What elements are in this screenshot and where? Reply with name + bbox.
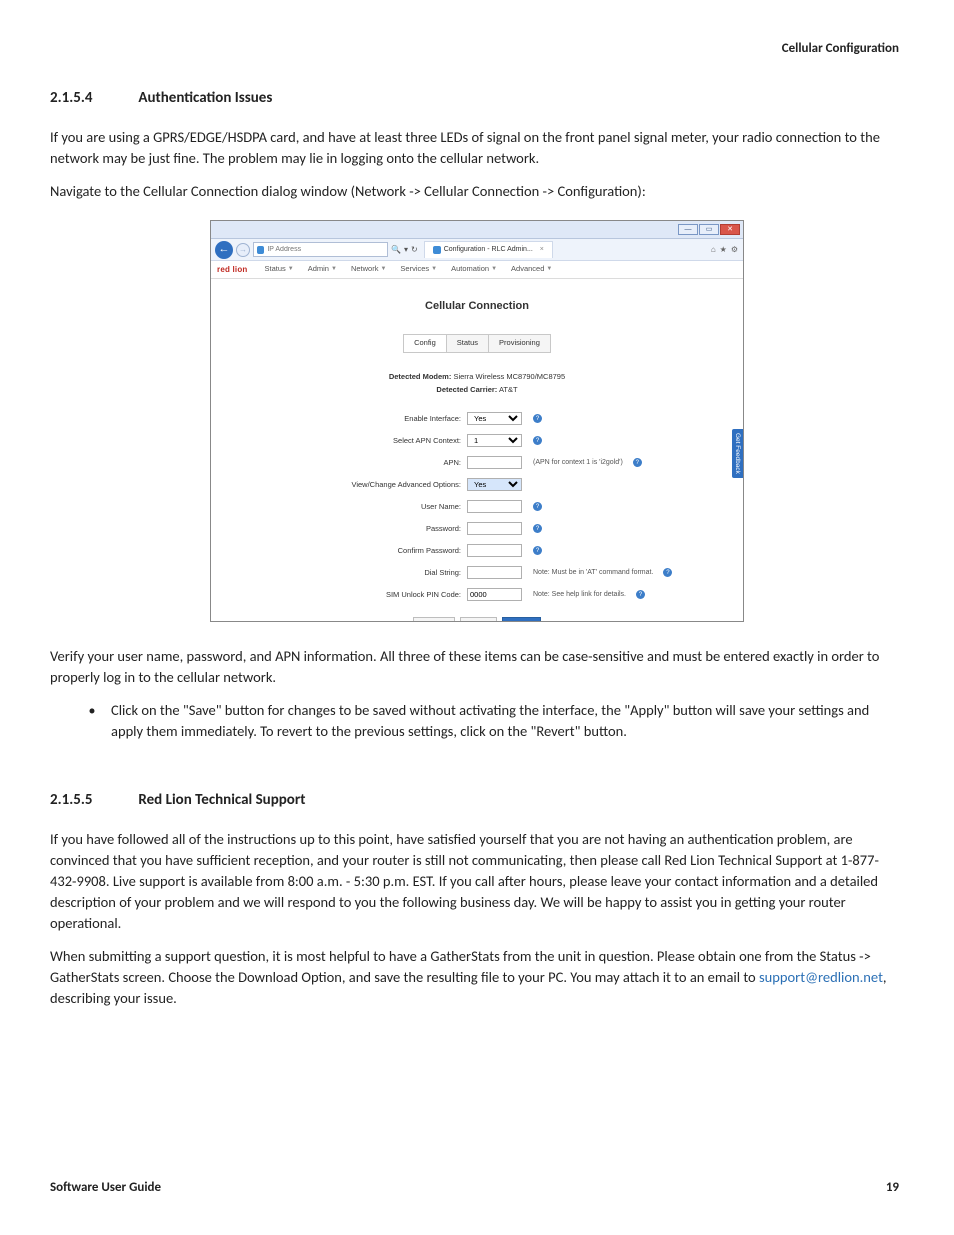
label-sim-pin: SIM Unlock PIN Code: bbox=[271, 590, 461, 601]
browser-window: ← → 🔍 ▾ ↻ Configuration - RLC Admin... ×… bbox=[210, 220, 744, 622]
refresh-icon[interactable]: ↻ bbox=[411, 244, 418, 255]
feedback-tab[interactable]: Get Feedback bbox=[732, 429, 743, 478]
section-heading-auth: 2.1.5.4 Authentication Issues bbox=[50, 88, 904, 109]
window-minimize-button[interactable] bbox=[678, 224, 698, 235]
input-apn[interactable] bbox=[467, 456, 522, 469]
brand-logo: red lion bbox=[217, 264, 248, 275]
tab-provisioning[interactable]: Provisioning bbox=[489, 334, 551, 353]
screenshot-figure: ← → 🔍 ▾ ↻ Configuration - RLC Admin... ×… bbox=[210, 220, 744, 622]
dial-note: Note: Must be in 'AT' command format. bbox=[533, 568, 653, 578]
browser-tab[interactable]: Configuration - RLC Admin... × bbox=[424, 241, 553, 258]
label-advanced-options: View/Change Advanced Options: bbox=[271, 480, 461, 491]
help-icon[interactable]: ? bbox=[533, 524, 542, 533]
select-apn-context[interactable]: 1 bbox=[467, 434, 522, 447]
help-icon[interactable]: ? bbox=[533, 436, 542, 445]
dropdown-icon[interactable]: ▾ bbox=[404, 244, 408, 255]
nav-forward-button[interactable]: → bbox=[236, 243, 250, 257]
save-button[interactable]: Save bbox=[460, 617, 497, 622]
address-field[interactable] bbox=[253, 242, 388, 257]
help-icon[interactable]: ? bbox=[533, 414, 542, 423]
star-icon[interactable]: ★ bbox=[720, 244, 727, 255]
help-icon[interactable]: ? bbox=[636, 590, 645, 599]
tab-config[interactable]: Config bbox=[403, 334, 447, 353]
chevron-down-icon: ▼ bbox=[431, 265, 437, 273]
menu-automation[interactable]: Automation▼ bbox=[444, 264, 504, 275]
help-icon[interactable]: ? bbox=[663, 568, 672, 577]
tab-favicon-icon bbox=[433, 246, 441, 254]
arrow-left-icon: ← bbox=[219, 244, 230, 255]
tab-close-icon[interactable]: × bbox=[540, 245, 544, 255]
nav-back-button[interactable]: ← bbox=[215, 241, 233, 259]
segment-tabs: Config Status Provisioning bbox=[211, 334, 743, 353]
chevron-down-icon: ▼ bbox=[288, 265, 294, 273]
window-maximize-button[interactable] bbox=[699, 224, 719, 235]
input-username[interactable] bbox=[467, 500, 522, 513]
tab-status[interactable]: Status bbox=[447, 334, 489, 353]
select-advanced-options[interactable]: Yes bbox=[467, 478, 522, 491]
input-dial-string[interactable] bbox=[467, 566, 522, 579]
chevron-down-icon: ▼ bbox=[491, 265, 497, 273]
gear-icon[interactable]: ⚙ bbox=[731, 244, 738, 255]
section-title: Authentication Issues bbox=[138, 89, 272, 107]
browser-address-bar: ← → 🔍 ▾ ↻ Configuration - RLC Admin... ×… bbox=[211, 239, 743, 261]
list-item: Click on the "Save" button for changes t… bbox=[105, 700, 904, 742]
config-form: Enable Interface: Yes ? Select APN Conte… bbox=[211, 412, 743, 601]
tab-title: Configuration - RLC Admin... bbox=[444, 245, 533, 255]
help-icon[interactable]: ? bbox=[633, 458, 642, 467]
window-titlebar bbox=[211, 221, 743, 239]
input-confirm-password[interactable] bbox=[467, 544, 522, 557]
label-enable-interface: Enable Interface: bbox=[271, 414, 461, 425]
body-paragraph: If you are using a GPRS/EDGE/HSDPA card,… bbox=[50, 127, 904, 169]
page-header-right: Cellular Configuration bbox=[782, 40, 899, 58]
label-apn: APN: bbox=[271, 458, 461, 469]
revert-button[interactable]: Revert bbox=[413, 617, 455, 622]
input-password[interactable] bbox=[467, 522, 522, 535]
label-apn-context: Select APN Context: bbox=[271, 436, 461, 447]
body-paragraph: When submitting a support question, it i… bbox=[50, 946, 904, 1009]
menu-advanced[interactable]: Advanced▼ bbox=[504, 264, 559, 275]
body-paragraph: Verify your user name, password, and APN… bbox=[50, 646, 904, 688]
search-icon[interactable]: 🔍 bbox=[391, 244, 401, 255]
section-number: 2.1.5.4 bbox=[50, 88, 135, 109]
input-sim-pin[interactable] bbox=[467, 588, 522, 601]
body-paragraph: Navigate to the Cellular Connection dial… bbox=[50, 181, 904, 202]
help-icon[interactable]: ? bbox=[533, 502, 542, 511]
chevron-down-icon: ▼ bbox=[331, 265, 337, 273]
label-username: User Name: bbox=[271, 502, 461, 513]
apn-note: (APN for context 1 is 'i2gold') bbox=[533, 458, 623, 468]
page-title: Cellular Connection bbox=[211, 299, 743, 314]
chevron-down-icon: ▼ bbox=[546, 265, 552, 273]
menu-services[interactable]: Services▼ bbox=[393, 264, 444, 275]
section-number: 2.1.5.5 bbox=[50, 790, 135, 811]
address-input[interactable] bbox=[267, 246, 384, 253]
support-email-link[interactable]: support@redlion.net bbox=[759, 968, 883, 986]
form-buttons: Revert Save Apply bbox=[211, 617, 743, 622]
app-menu-bar: red lion Status▼ Admin▼ Network▼ Service… bbox=[211, 261, 743, 279]
section-heading-support: 2.1.5.5 Red Lion Technical Support bbox=[50, 790, 904, 811]
detected-info: Detected Modem: Sierra Wireless MC8790/M… bbox=[211, 371, 743, 397]
select-enable-interface[interactable]: Yes bbox=[467, 412, 522, 425]
footer-left: Software User Guide bbox=[50, 1179, 161, 1197]
sim-note: Note: See help link for details. bbox=[533, 590, 626, 600]
footer-page-number: 19 bbox=[886, 1179, 899, 1197]
body-paragraph: If you have followed all of the instruct… bbox=[50, 829, 904, 934]
window-close-button[interactable] bbox=[720, 224, 740, 235]
section-title: Red Lion Technical Support bbox=[138, 791, 305, 809]
home-icon[interactable]: ⌂ bbox=[711, 244, 716, 255]
bullet-list: Click on the "Save" button for changes t… bbox=[105, 700, 904, 742]
help-icon[interactable]: ? bbox=[533, 546, 542, 555]
apply-button[interactable]: Apply bbox=[502, 617, 541, 622]
arrow-right-icon: → bbox=[239, 246, 247, 254]
site-favicon-icon bbox=[257, 246, 264, 254]
menu-status[interactable]: Status▼ bbox=[258, 264, 301, 275]
menu-admin[interactable]: Admin▼ bbox=[301, 264, 344, 275]
label-confirm-password: Confirm Password: bbox=[271, 546, 461, 557]
address-controls: 🔍 ▾ ↻ bbox=[391, 244, 418, 255]
page-content: Cellular Connection Config Status Provis… bbox=[211, 279, 743, 621]
label-password: Password: bbox=[271, 524, 461, 535]
chevron-down-icon: ▼ bbox=[380, 265, 386, 273]
label-dial-string: Dial String: bbox=[271, 568, 461, 579]
titlebar-tray: ⌂ ★ ⚙ bbox=[711, 244, 739, 255]
menu-network[interactable]: Network▼ bbox=[344, 264, 393, 275]
